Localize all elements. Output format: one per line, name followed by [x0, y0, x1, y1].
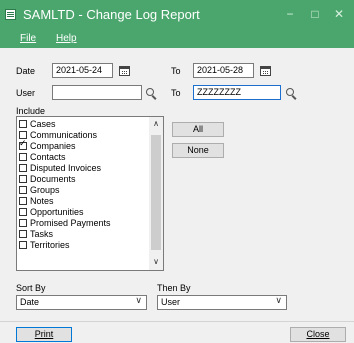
search-icon[interactable]: [286, 88, 294, 96]
checkbox[interactable]: [19, 139, 27, 150]
checkbox[interactable]: [19, 153, 27, 161]
app-icon: [5, 9, 16, 20]
all-button[interactable]: All: [172, 122, 224, 137]
calendar-icon[interactable]: [260, 66, 271, 76]
window-title: SAMLTD - Change Log Report: [23, 7, 200, 22]
close-button[interactable]: Close: [290, 327, 346, 342]
menu-help[interactable]: Help: [56, 33, 77, 44]
checkbox[interactable]: [19, 197, 27, 205]
user-from-input[interactable]: [52, 85, 142, 100]
date-label: Date: [16, 66, 36, 76]
scroll-down-icon[interactable]: ∨: [149, 257, 163, 266]
date-to-label: To: [171, 66, 181, 76]
list-item[interactable]: Groups: [19, 185, 60, 196]
chevron-down-icon: ∨: [135, 296, 142, 306]
checkbox[interactable]: [19, 131, 27, 139]
user-label: User: [16, 88, 36, 98]
list-item[interactable]: Companies: [19, 139, 76, 152]
include-list[interactable]: Cases Communications Companies Contacts …: [16, 116, 164, 271]
checkbox[interactable]: [19, 230, 27, 238]
user-to-label: To: [171, 88, 181, 98]
menu-bar: File Help: [0, 30, 354, 48]
list-item[interactable]: Territories: [19, 240, 70, 251]
then-by-select[interactable]: User ∨: [157, 295, 287, 310]
list-item[interactable]: Documents: [19, 174, 76, 185]
then-by-label: Then By: [157, 283, 191, 293]
list-item[interactable]: Notes: [19, 196, 54, 207]
print-button[interactable]: Print: [16, 327, 72, 342]
menu-file[interactable]: File: [20, 33, 36, 44]
date-to-input[interactable]: 2021-05-28: [193, 63, 254, 78]
list-item[interactable]: Contacts: [19, 152, 66, 163]
scroll-up-icon[interactable]: ∧: [149, 119, 163, 128]
none-button[interactable]: None: [172, 143, 224, 158]
maximize-button[interactable]: □: [304, 4, 326, 24]
checkbox[interactable]: [19, 175, 27, 183]
checkbox[interactable]: [19, 219, 27, 227]
calendar-icon[interactable]: [119, 66, 130, 76]
checkbox[interactable]: [19, 120, 27, 128]
sort-by-select[interactable]: Date ∨: [16, 295, 147, 310]
minimize-button[interactable]: −: [279, 4, 301, 24]
date-from-input[interactable]: 2021-05-24: [52, 63, 113, 78]
close-window-button[interactable]: ✕: [328, 4, 350, 24]
footer-divider: [0, 321, 354, 322]
list-item[interactable]: Disputed Invoices: [19, 163, 101, 174]
list-item[interactable]: Cases: [19, 119, 56, 130]
checkbox[interactable]: [19, 241, 27, 249]
chevron-down-icon: ∨: [275, 296, 282, 306]
checkbox[interactable]: [19, 186, 27, 194]
checkbox[interactable]: [19, 208, 27, 216]
list-item[interactable]: Communications: [19, 130, 97, 141]
search-icon[interactable]: [146, 88, 154, 96]
list-item[interactable]: Tasks: [19, 229, 53, 240]
sort-by-label: Sort By: [16, 283, 46, 293]
include-label: Include: [16, 106, 46, 116]
user-to-input[interactable]: ZZZZZZZZ: [193, 85, 281, 100]
scrollbar[interactable]: ∧ ∨: [149, 117, 163, 270]
checkbox[interactable]: [19, 164, 27, 172]
list-item[interactable]: Opportunities: [19, 207, 84, 218]
list-item[interactable]: Promised Payments: [19, 218, 111, 229]
title-bar: SAMLTD - Change Log Report − □ ✕: [0, 0, 354, 30]
scroll-thumb[interactable]: [151, 135, 161, 250]
